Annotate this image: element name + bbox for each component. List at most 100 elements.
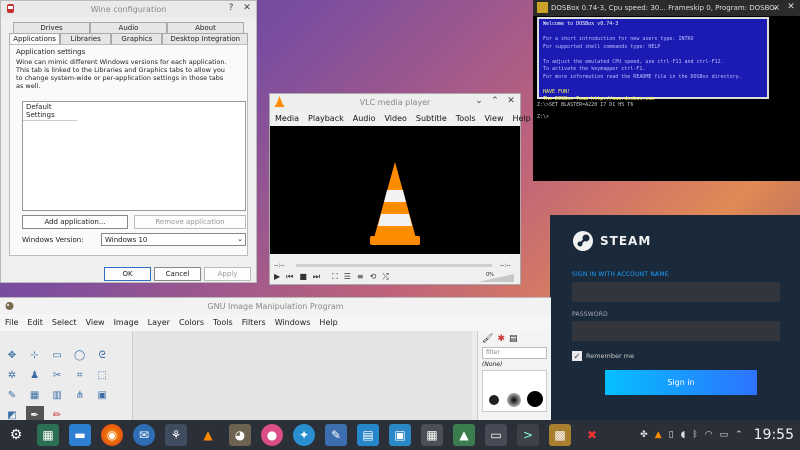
brushes-tab-icon[interactable]: 🖌 xyxy=(482,334,493,344)
video-area[interactable] xyxy=(270,126,520,254)
stop-icon[interactable]: ■ xyxy=(299,272,307,282)
image-canvas-area[interactable] xyxy=(132,331,472,428)
vlc-taskbar-icon[interactable]: ▲ xyxy=(197,424,219,446)
discover-store-icon[interactable]: ▣ xyxy=(389,424,411,446)
tab-desktop-integration[interactable]: Desktop Integration xyxy=(162,33,249,44)
close-icon[interactable]: ✕ xyxy=(506,96,516,106)
thunderbird-icon[interactable]: ✉ xyxy=(133,424,155,446)
menu-file[interactable]: File xyxy=(5,318,18,327)
dos-prompt-line[interactable]: Z:\> xyxy=(537,114,549,120)
menu-view[interactable]: View xyxy=(86,318,105,327)
brush-filter-input[interactable]: filter xyxy=(482,347,547,359)
firefox-icon[interactable]: ◉ xyxy=(101,424,123,446)
vlc-titlebar[interactable]: VLC media player ⌄ ⌃ ✕ xyxy=(270,94,520,110)
play-icon[interactable]: ▶ xyxy=(274,272,280,282)
close-icon[interactable]: ✕ xyxy=(786,2,796,12)
clock[interactable]: 19:55 xyxy=(754,427,794,443)
menu-tools[interactable]: Tools xyxy=(456,114,476,123)
volume-icon[interactable]: ◖ xyxy=(681,430,686,440)
minimize-icon[interactable]: ⌄ xyxy=(770,2,780,12)
menu-subtitle[interactable]: Subtitle xyxy=(416,114,447,123)
scissors-tool-icon[interactable]: ✂ xyxy=(48,366,66,384)
align-tool-icon[interactable]: ⊹ xyxy=(26,346,44,364)
menu-media[interactable]: Media xyxy=(275,114,299,123)
cancel-button[interactable]: Cancel xyxy=(154,267,201,281)
app-launcher-icon[interactable]: ⚙ xyxy=(5,424,27,446)
wine-titlebar[interactable]: Wine configuration ? ✕ xyxy=(1,1,256,17)
menu-audio[interactable]: Audio xyxy=(353,114,376,123)
image-viewer-icon[interactable]: ▲ xyxy=(453,424,475,446)
windows-version-select[interactable]: Windows 10 ⌄ xyxy=(101,233,246,246)
wine-taskbar-icon[interactable]: ✖ xyxy=(581,424,603,446)
wifi-icon[interactable]: ◠ xyxy=(705,430,713,440)
tab-audio[interactable]: Audio xyxy=(90,22,167,33)
menu-image[interactable]: Image xyxy=(114,318,139,327)
file-manager-icon[interactable]: ▬ xyxy=(69,424,91,446)
calculator-icon[interactable]: ▦ xyxy=(421,424,443,446)
battery-icon[interactable]: ▭ xyxy=(720,430,729,440)
account-name-field[interactable] xyxy=(572,282,780,302)
help-icon[interactable]: ? xyxy=(226,3,236,13)
spectacle-icon[interactable]: ▭ xyxy=(485,424,507,446)
system-monitor-icon[interactable]: ▦ xyxy=(37,424,59,446)
tab-graphics[interactable]: Graphics xyxy=(111,33,163,44)
remove-application-button[interactable]: Remove application xyxy=(134,215,246,229)
apply-button[interactable]: Apply xyxy=(204,267,251,281)
fuzzy-select-tool-icon[interactable]: ✲ xyxy=(3,366,21,384)
next-icon[interactable]: ⏭ xyxy=(313,272,320,282)
menu-help[interactable]: Help xyxy=(319,318,337,327)
bluetooth-icon[interactable]: ᛒ xyxy=(692,430,697,440)
rect-select-tool-icon[interactable]: ▭ xyxy=(48,346,66,364)
application-list[interactable]: Default Settings xyxy=(22,101,246,211)
gimp-titlebar[interactable]: GNU Image Manipulation Program xyxy=(0,298,551,314)
gradient-tool-icon[interactable]: ▥ xyxy=(48,386,66,404)
loop-icon[interactable]: ⟲ xyxy=(370,272,377,282)
tab-libraries[interactable]: Libraries xyxy=(60,33,112,44)
text-tool-icon[interactable]: ▣ xyxy=(93,386,111,404)
menu-filters[interactable]: Filters xyxy=(242,318,266,327)
menu-playback[interactable]: Playback xyxy=(308,114,344,123)
foreground-select-tool-icon[interactable]: ♟ xyxy=(26,366,44,384)
dosbox-titlebar[interactable]: DOSBox 0.74-3, Cpu speed: 30... Frameski… xyxy=(533,0,800,16)
list-item[interactable]: Default Settings xyxy=(23,102,77,121)
dosbox-taskbar-icon[interactable]: ▩ xyxy=(549,424,571,446)
volume-slider[interactable] xyxy=(478,274,514,282)
add-application-button[interactable]: Add application... xyxy=(22,215,128,229)
fonts-tab-icon[interactable]: ▤ xyxy=(509,334,518,344)
media-player-icon[interactable]: ● xyxy=(261,424,283,446)
shuffle-icon[interactable]: ⤮ xyxy=(382,272,388,282)
patterns-tab-icon[interactable]: ✱ xyxy=(497,334,505,344)
path-tool-icon[interactable]: ⋔ xyxy=(71,386,89,404)
tab-drives[interactable]: Drives xyxy=(13,22,90,33)
playlist-icon[interactable]: ≡ xyxy=(357,272,364,282)
tab-about[interactable]: About xyxy=(167,22,244,33)
ellipse-select-tool-icon[interactable]: ◯ xyxy=(71,346,89,364)
previous-icon[interactable]: ⏮ xyxy=(286,272,293,282)
remember-me-checkbox[interactable]: ✓ xyxy=(572,351,582,361)
menu-windows[interactable]: Windows xyxy=(275,318,311,327)
password-field[interactable] xyxy=(572,321,780,341)
maximize-icon[interactable]: ⌃ xyxy=(490,96,500,106)
kde-connect-icon[interactable]: ✤ xyxy=(640,430,648,440)
brush-item[interactable] xyxy=(489,395,499,405)
menu-colors[interactable]: Colors xyxy=(179,318,204,327)
crop-tool-icon[interactable]: ⌗ xyxy=(71,366,89,384)
menu-layer[interactable]: Layer xyxy=(148,318,170,327)
menu-tools[interactable]: Tools xyxy=(213,318,233,327)
konsole-icon[interactable]: > xyxy=(517,424,539,446)
menu-edit[interactable]: Edit xyxy=(27,318,43,327)
unified-transform-tool-icon[interactable]: ⬚ xyxy=(93,366,111,384)
steam-taskbar-icon[interactable]: ⚘ xyxy=(165,424,187,446)
warp-tool-icon[interactable]: ✎ xyxy=(3,386,21,404)
kate-editor-icon[interactable]: ✎ xyxy=(325,424,347,446)
vlc-tray-icon[interactable]: ▲ xyxy=(655,430,662,440)
move-tool-icon[interactable]: ✥ xyxy=(3,346,21,364)
fullscreen-icon[interactable]: ⛶ xyxy=(332,272,338,282)
tab-applications[interactable]: Applications xyxy=(9,33,61,44)
menu-view[interactable]: View xyxy=(485,114,504,123)
menu-select[interactable]: Select xyxy=(52,318,77,327)
minimize-icon[interactable]: ⌄ xyxy=(474,96,484,106)
clipboard-icon[interactable]: ▯ xyxy=(669,430,674,440)
menu-help[interactable]: Help xyxy=(512,114,530,123)
ok-button[interactable]: OK xyxy=(104,267,151,281)
